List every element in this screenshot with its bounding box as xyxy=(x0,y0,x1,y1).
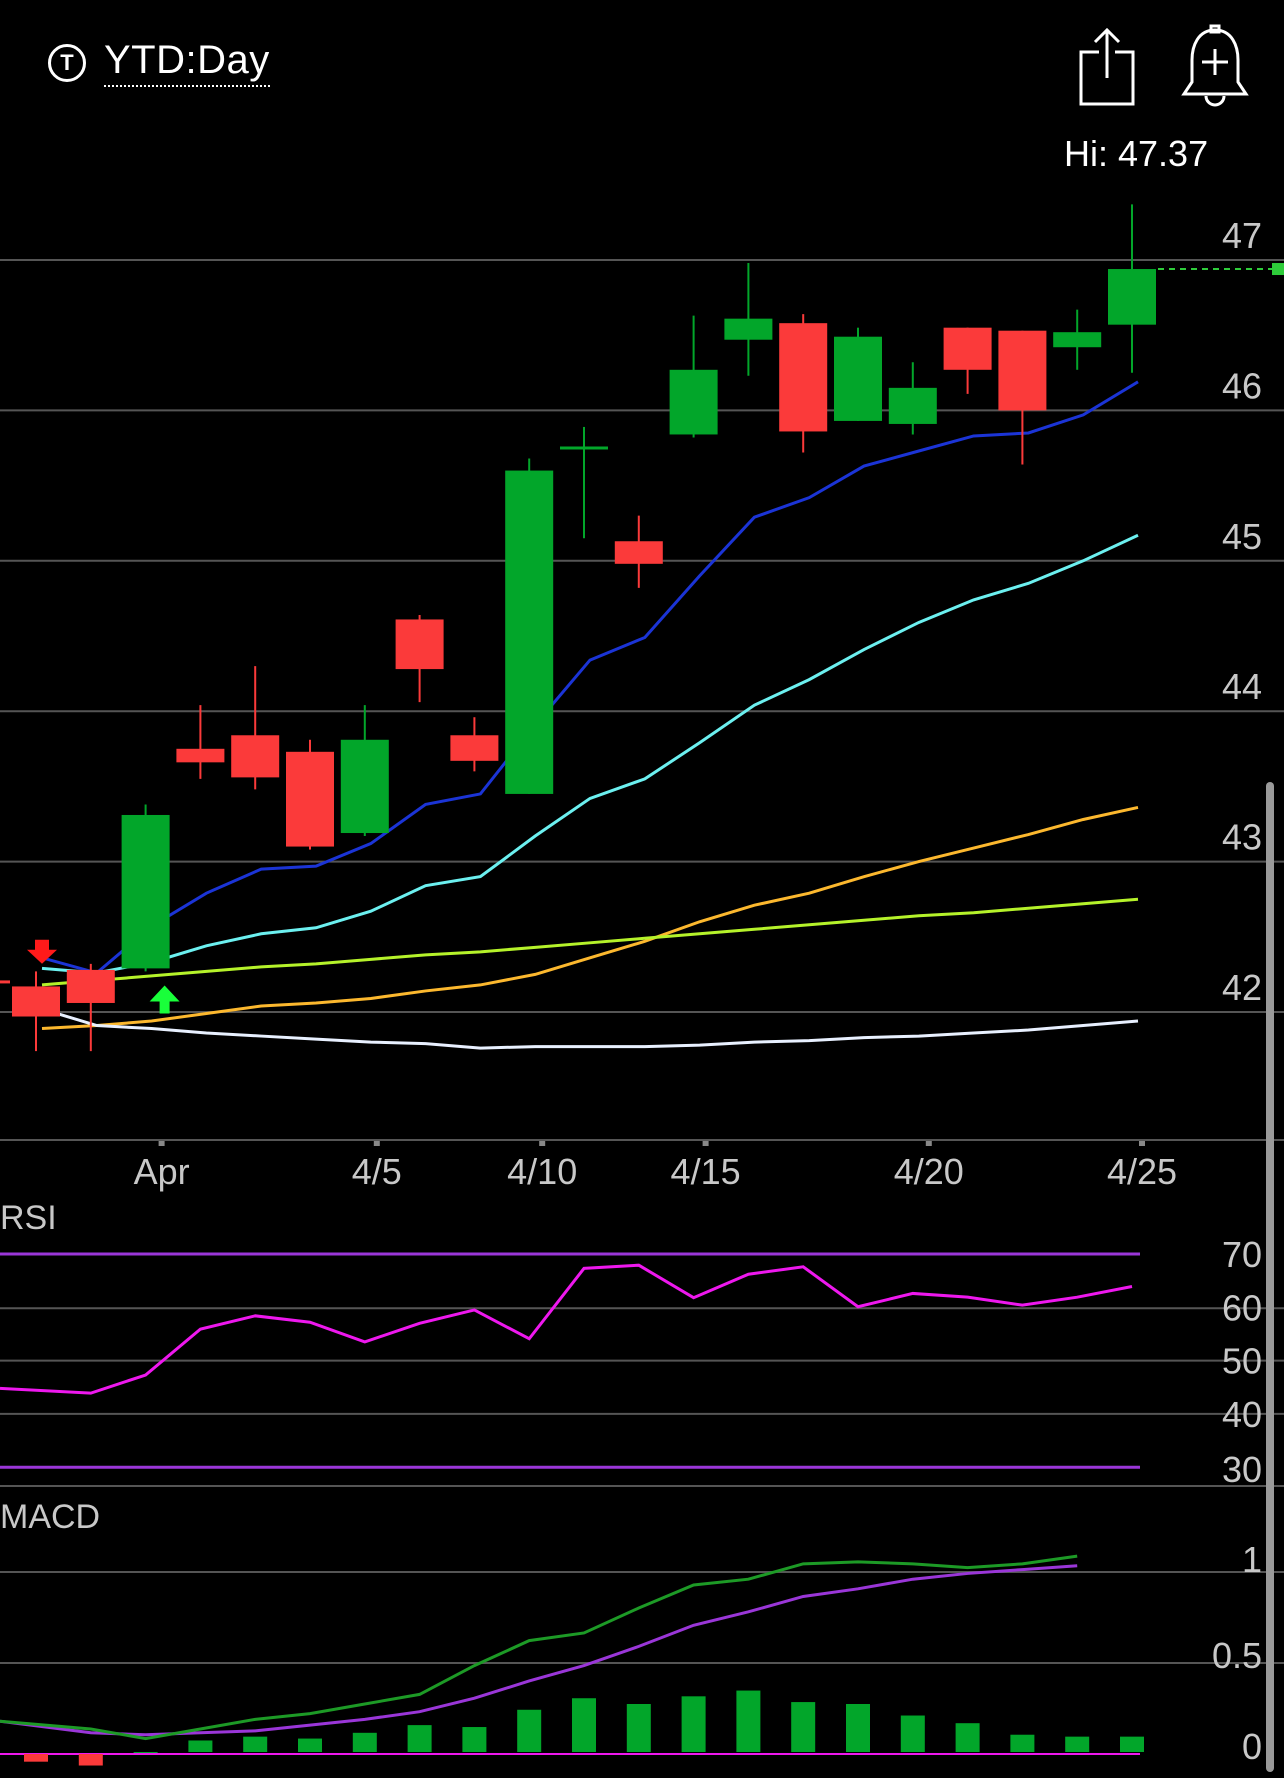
moving-average-line xyxy=(41,805,1139,1031)
candle-body xyxy=(340,739,389,834)
moving-average-line xyxy=(41,897,1139,987)
histogram-bar xyxy=(900,1715,925,1752)
candle-body xyxy=(176,748,225,763)
histogram-bar xyxy=(791,1702,816,1752)
x-tick-label: 4/20 xyxy=(894,1151,964,1192)
candle-body xyxy=(12,986,60,1017)
histogram-bar xyxy=(1120,1736,1144,1752)
histogram-bar xyxy=(24,1754,48,1762)
y-tick-label: 46 xyxy=(1222,365,1262,406)
rsi-panel: RSI 70 60 50 40 30 xyxy=(0,1199,1284,1490)
histogram-bar xyxy=(298,1738,322,1752)
y-tick-label: 42 xyxy=(1222,967,1262,1008)
histogram-bar xyxy=(572,1698,596,1752)
y-tick-label: 45 xyxy=(1222,516,1262,557)
buy-signal-arrow xyxy=(149,985,180,1014)
histogram-bar xyxy=(407,1725,432,1752)
candle-body xyxy=(614,541,663,564)
x-tick-label: Apr xyxy=(134,1151,190,1192)
moving-average-line xyxy=(41,380,1139,975)
x-tick xyxy=(702,1141,709,1146)
histogram-bar xyxy=(462,1727,487,1752)
histogram-bar xyxy=(1010,1734,1035,1752)
histogram-bar xyxy=(352,1732,377,1752)
histogram-bar xyxy=(517,1709,542,1752)
histogram-bar xyxy=(243,1736,268,1752)
price-panel: 42 43 44 45 46 47 Apr 4/5 4/10 4/15 4/20 4/25 xyxy=(0,204,1284,1192)
candle-body xyxy=(286,751,334,847)
x-tick xyxy=(158,1141,165,1146)
candle-body xyxy=(450,735,499,761)
candle-body xyxy=(121,814,170,969)
candle-body xyxy=(943,327,992,370)
y-tick-label: 47 xyxy=(1222,215,1262,256)
candle-body xyxy=(505,470,554,794)
candle-body xyxy=(888,387,937,424)
x-tick xyxy=(925,1141,932,1146)
candle-body xyxy=(669,369,718,435)
x-tick-label: 4/5 xyxy=(352,1151,402,1192)
histogram-bar xyxy=(626,1704,651,1752)
rsi-line xyxy=(0,1263,1133,1395)
x-tick-label: 4/10 xyxy=(507,1151,577,1192)
histogram-bar xyxy=(188,1740,213,1752)
y-tick-label: 60 xyxy=(1222,1287,1262,1328)
histogram-bar xyxy=(736,1690,761,1752)
macd-title: MACD xyxy=(0,1498,100,1536)
x-tick xyxy=(1139,1141,1145,1146)
x-tick-label: 4/15 xyxy=(671,1151,741,1192)
y-tick-label: 0 xyxy=(1242,1726,1262,1767)
macd-panel: MACD 1 0.5 0 xyxy=(0,1498,1284,1767)
stock-chart[interactable]: 42 43 44 45 46 47 Apr 4/5 4/10 4/15 4/20 4/25 RSI 70… xyxy=(0,0,1284,1778)
x-tick xyxy=(373,1141,380,1146)
last-price-marker xyxy=(1272,263,1284,276)
histogram-bar xyxy=(78,1754,103,1766)
histogram-bar xyxy=(133,1752,158,1753)
y-tick-label: 43 xyxy=(1222,817,1262,858)
candle-body xyxy=(66,969,115,1003)
candle-body xyxy=(1053,332,1102,348)
candle-body xyxy=(395,619,444,670)
candle-body xyxy=(560,446,608,450)
y-tick-label: 1 xyxy=(1242,1539,1262,1580)
y-tick-label: 44 xyxy=(1222,666,1262,707)
histogram-bar xyxy=(955,1723,980,1752)
y-tick-label: 40 xyxy=(1222,1394,1262,1435)
signal-line xyxy=(0,1564,1078,1737)
candle-body xyxy=(998,330,1047,411)
histogram-bar xyxy=(681,1696,706,1752)
y-tick-label: 70 xyxy=(1222,1234,1262,1275)
candle-body xyxy=(834,336,882,421)
rsi-title: RSI xyxy=(0,1199,57,1237)
scrollbar[interactable] xyxy=(1266,782,1274,1772)
histogram-bar xyxy=(1065,1736,1090,1752)
y-tick-label: 30 xyxy=(1222,1449,1262,1490)
candle-body xyxy=(724,318,773,340)
histogram-bar xyxy=(846,1704,870,1752)
candle-body xyxy=(1108,269,1156,325)
x-tick-label: 4/25 xyxy=(1107,1151,1177,1192)
y-tick-label: 0.5 xyxy=(1212,1635,1262,1676)
y-tick-label: 50 xyxy=(1222,1341,1262,1382)
x-tick xyxy=(539,1141,546,1146)
candle-body xyxy=(231,735,280,778)
candle-body xyxy=(779,323,828,432)
